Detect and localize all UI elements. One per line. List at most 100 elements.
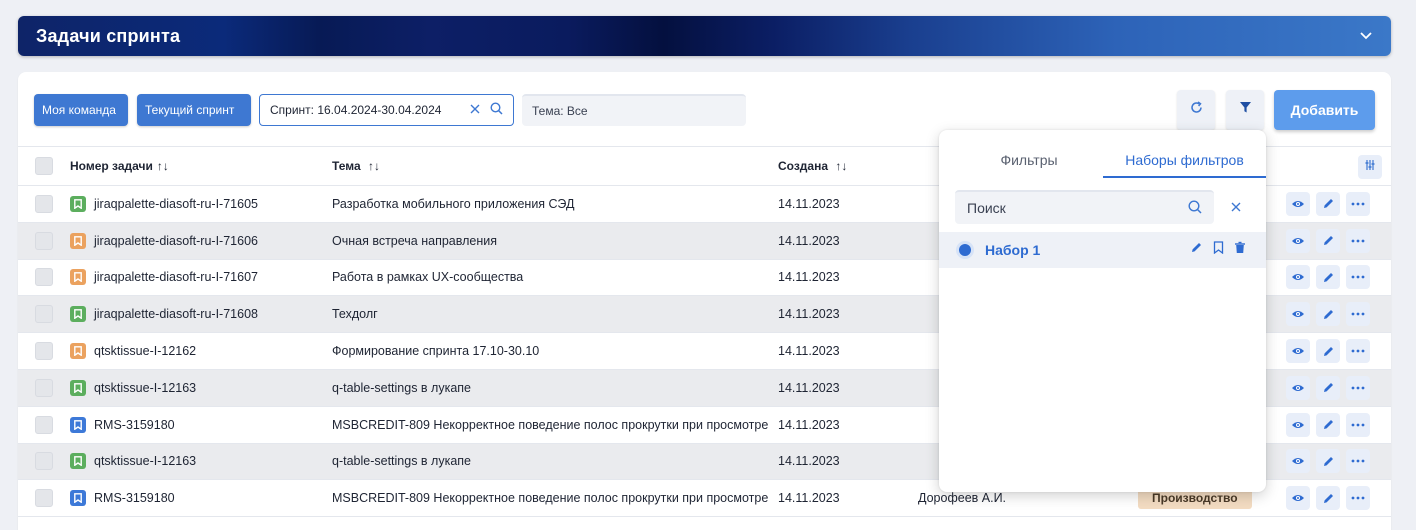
- more-icon[interactable]: [1346, 412, 1370, 437]
- more-icon[interactable]: [1346, 265, 1370, 290]
- task-theme: Разработка мобильного приложения СЭД: [332, 196, 575, 211]
- sort-icon[interactable]: ↑↓: [835, 159, 847, 173]
- task-number[interactable]: RMS-3159180: [94, 491, 175, 505]
- view-icon[interactable]: [1286, 191, 1310, 216]
- task-type-icon: [70, 416, 86, 433]
- task-theme: Формирование спринта 17.10-30.10: [332, 344, 540, 359]
- more-icon[interactable]: [1346, 339, 1370, 364]
- view-icon[interactable]: [1286, 375, 1310, 400]
- edit-icon[interactable]: [1316, 412, 1340, 437]
- more-icon[interactable]: [1346, 486, 1370, 511]
- task-type-icon: [70, 379, 86, 396]
- topic-filter-field[interactable]: Тема: Все: [522, 94, 746, 126]
- filter-button[interactable]: [1226, 90, 1264, 130]
- refresh-button[interactable]: [1177, 90, 1215, 130]
- edit-icon[interactable]: [1316, 265, 1340, 290]
- row-checkbox[interactable]: [35, 378, 53, 397]
- sort-icon[interactable]: ↑↓: [368, 159, 380, 173]
- column-number[interactable]: Номер задачи ↑↓: [70, 159, 332, 173]
- task-type-icon: [70, 306, 86, 323]
- more-icon[interactable]: [1346, 228, 1370, 253]
- view-icon[interactable]: [1286, 486, 1310, 511]
- task-type-icon: [70, 490, 86, 507]
- clear-icon[interactable]: [470, 103, 480, 117]
- row-checkbox[interactable]: [35, 305, 53, 324]
- task-theme: Работа в рамках UX-сообщества: [332, 270, 524, 285]
- my-team-chip[interactable]: Моя команда: [34, 94, 128, 126]
- edit-icon[interactable]: [1190, 241, 1203, 259]
- chevron-down-icon[interactable]: [1359, 29, 1373, 43]
- task-theme: q-table-settings в лукапе: [332, 380, 472, 395]
- tab-filters[interactable]: Фильтры: [955, 152, 1103, 178]
- page-title: Задачи спринта: [36, 25, 181, 46]
- task-created: 14.11.2023: [778, 454, 840, 469]
- row-checkbox[interactable]: [35, 489, 53, 508]
- task-number[interactable]: jiraqpalette-diasoft-ru-I-71606: [94, 234, 258, 248]
- task-theme: Очная встреча направления: [332, 233, 498, 248]
- task-theme: Техдолг: [332, 307, 378, 322]
- more-icon[interactable]: [1346, 449, 1370, 474]
- tab-filter-sets[interactable]: Наборы фильтров: [1103, 152, 1266, 178]
- radio-selected[interactable]: [959, 244, 971, 256]
- bookmark-icon[interactable]: [1213, 241, 1224, 259]
- row-checkbox[interactable]: [35, 342, 53, 361]
- edit-icon[interactable]: [1316, 375, 1340, 400]
- sprint-tasks-header[interactable]: Задачи спринта: [18, 16, 1391, 56]
- current-sprint-chip[interactable]: Текущий спринт: [137, 94, 251, 126]
- task-created: 14.11.2023: [778, 417, 840, 432]
- search-placeholder: Поиск: [967, 200, 1006, 216]
- row-checkbox[interactable]: [35, 452, 53, 471]
- more-icon[interactable]: [1346, 191, 1370, 216]
- task-number[interactable]: jiraqpalette-diasoft-ru-I-71607: [94, 270, 258, 284]
- task-type-icon: [70, 195, 86, 212]
- filter-set-label: Набор 1: [985, 242, 1041, 258]
- edit-icon[interactable]: [1316, 339, 1340, 364]
- filter-popover: Фильтры Наборы фильтров Поиск Набор 1: [939, 130, 1266, 492]
- row-checkbox[interactable]: [35, 268, 53, 287]
- filter-icon: [1239, 101, 1252, 119]
- task-created: 14.11.2023: [778, 233, 840, 248]
- task-number[interactable]: qtsktissue-I-12162: [94, 344, 196, 358]
- view-icon[interactable]: [1286, 339, 1310, 364]
- view-icon[interactable]: [1286, 228, 1310, 253]
- task-type-icon: [70, 343, 86, 360]
- trash-icon[interactable]: [1234, 241, 1246, 259]
- edit-icon[interactable]: [1316, 302, 1340, 327]
- select-all-checkbox[interactable]: [35, 157, 53, 175]
- task-number[interactable]: qtsktissue-I-12163: [94, 381, 196, 395]
- view-icon[interactable]: [1286, 302, 1310, 327]
- edit-icon[interactable]: [1316, 486, 1340, 511]
- edit-icon[interactable]: [1316, 228, 1340, 253]
- row-checkbox[interactable]: [35, 415, 53, 434]
- search-icon[interactable]: [490, 102, 503, 118]
- filter-set-item[interactable]: Набор 1: [939, 232, 1266, 268]
- task-number[interactable]: qtsktissue-I-12163: [94, 454, 196, 468]
- sprint-filter-value: Спринт: 16.04.2024-30.04.2024: [270, 103, 442, 117]
- filter-tabs: Фильтры Наборы фильтров: [955, 152, 1266, 178]
- sprint-filter-field[interactable]: Спринт: 16.04.2024-30.04.2024: [259, 94, 514, 126]
- filter-set-search-input[interactable]: Поиск: [955, 190, 1214, 224]
- task-theme: MSBCREDIT-809 Некорректное поведение пол…: [332, 417, 769, 432]
- task-created: 14.11.2023: [778, 344, 840, 359]
- row-checkbox[interactable]: [35, 231, 53, 250]
- edit-icon[interactable]: [1316, 449, 1340, 474]
- more-icon[interactable]: [1346, 375, 1370, 400]
- search-icon[interactable]: [1188, 199, 1202, 217]
- more-icon[interactable]: [1346, 302, 1370, 327]
- column-theme[interactable]: Тема ↑↓: [332, 159, 778, 173]
- row-checkbox[interactable]: [35, 194, 53, 213]
- view-icon[interactable]: [1286, 412, 1310, 437]
- add-button[interactable]: Добавить: [1274, 90, 1375, 130]
- view-icon[interactable]: [1286, 449, 1310, 474]
- task-number[interactable]: jiraqpalette-diasoft-ru-I-71605: [94, 197, 258, 211]
- task-number[interactable]: RMS-3159180: [94, 418, 175, 432]
- sort-icon[interactable]: ↑↓: [157, 159, 169, 173]
- view-icon[interactable]: [1286, 265, 1310, 290]
- column-created[interactable]: Создана ↑↓: [778, 159, 918, 173]
- close-icon[interactable]: [1229, 200, 1243, 214]
- refresh-icon: [1190, 101, 1203, 119]
- task-number[interactable]: jiraqpalette-diasoft-ru-I-71608: [94, 307, 258, 321]
- edit-icon[interactable]: [1316, 191, 1340, 216]
- task-created: 14.11.2023: [778, 196, 840, 211]
- task-type-icon: [70, 453, 86, 470]
